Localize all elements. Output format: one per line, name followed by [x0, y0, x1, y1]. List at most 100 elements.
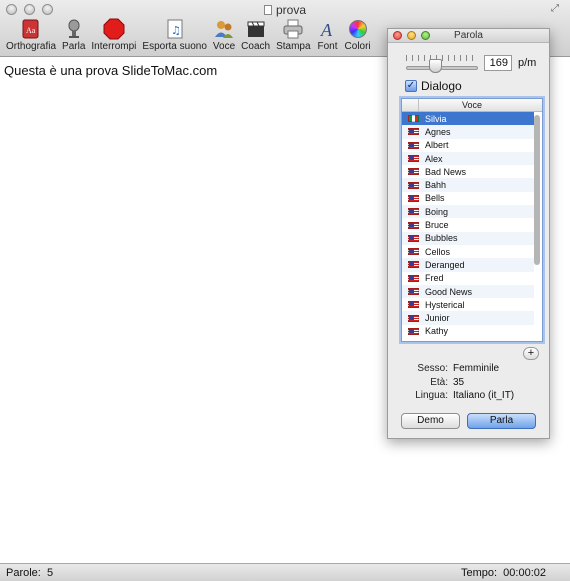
- parla-button[interactable]: Parla: [467, 413, 536, 429]
- usa-flag-icon: [408, 274, 419, 282]
- document-text[interactable]: Questa è una prova SlideToMac.com: [4, 63, 217, 78]
- add-voice-button[interactable]: +: [523, 347, 539, 360]
- voice-name: Good News: [425, 286, 473, 297]
- voice-name: Agnes: [425, 126, 451, 137]
- usa-flag-icon: [408, 181, 419, 189]
- usa-flag-icon: [408, 288, 419, 295]
- speed-input[interactable]: 169: [484, 55, 512, 71]
- voice-column-header: Voce: [461, 100, 483, 110]
- svg-text:A: A: [320, 20, 333, 39]
- demo-button[interactable]: Demo: [401, 413, 460, 429]
- voice-row[interactable]: Bells: [402, 192, 534, 205]
- toolbar-voce-button[interactable]: Voce: [213, 18, 235, 52]
- speed-slider[interactable]: [406, 66, 478, 70]
- toolbar-font-button[interactable]: A Font: [317, 18, 339, 52]
- voice-row[interactable]: Bahh: [402, 178, 534, 192]
- word-count: Parole: 5: [6, 567, 53, 579]
- voice-list[interactable]: Voce Silvia Agnes Albert Alex Bad News Bahh Be…: [401, 98, 543, 342]
- voice-row[interactable]: Silvia: [402, 112, 534, 126]
- voice-row[interactable]: Junior: [402, 311, 534, 325]
- voice-name: Bad News: [425, 166, 467, 177]
- elapsed-time-label: Tempo:: [460, 567, 498, 579]
- voice-row[interactable]: Fred: [402, 272, 534, 285]
- voice-rows: Silvia Agnes Albert Alex Bad News Bahh Bells Bo…: [402, 112, 534, 338]
- voice-info-row: Età: 35: [388, 376, 551, 390]
- voice-name: Silvia: [425, 113, 447, 124]
- elapsed-time: Tempo: 00:00:02: [461, 567, 546, 579]
- usa-flag-icon: [408, 194, 419, 202]
- toolbar-colori-button[interactable]: Colori: [345, 18, 371, 52]
- usa-flag-icon: [408, 327, 419, 335]
- people-icon: [213, 18, 235, 40]
- voice-row[interactable]: Agnes: [402, 125, 534, 139]
- voice-row[interactable]: Bruce: [402, 218, 534, 231]
- voice-row[interactable]: Kathy: [402, 325, 534, 338]
- voice-info-key: Età:: [430, 376, 448, 388]
- voice-name: Boing: [425, 206, 449, 217]
- panel-close-button[interactable]: [393, 31, 402, 40]
- dictionary-icon: Aa: [20, 18, 42, 40]
- usa-flag-icon: [408, 128, 419, 136]
- voice-name: Bubbles: [425, 233, 458, 244]
- usa-flag-icon: [408, 314, 419, 322]
- usa-flag-icon: [408, 261, 419, 269]
- document-icon: [263, 5, 272, 15]
- voice-row[interactable]: Bad News: [402, 165, 534, 178]
- voice-row[interactable]: Bubbles: [402, 231, 534, 245]
- speed-control: 169 p/m: [402, 53, 542, 73]
- column-separator: [418, 99, 419, 111]
- usa-flag-icon: [408, 168, 419, 176]
- voice-row[interactable]: Hysterical: [402, 298, 534, 311]
- usa-flag-icon: [408, 155, 419, 163]
- status-bar: Parole: 5 Tempo: 00:00:02: [0, 563, 570, 581]
- panel-minimize-button[interactable]: [407, 31, 416, 40]
- panel-zoom-button[interactable]: [421, 31, 430, 40]
- voice-row[interactable]: Cellos: [402, 245, 534, 258]
- svg-text:♫: ♫: [171, 24, 181, 37]
- voice-list-header[interactable]: Voce: [402, 99, 542, 112]
- clapperboard-icon: [245, 18, 267, 40]
- toolbar-orthografia-button[interactable]: Aa Orthografia: [6, 18, 56, 52]
- toolbar-parla-button[interactable]: Parla: [62, 18, 85, 52]
- microphone-icon: [63, 18, 85, 40]
- font-icon: A: [317, 18, 339, 40]
- elapsed-time-value: 00:00:02: [503, 567, 546, 579]
- voice-info-key: Lingua:: [415, 390, 448, 402]
- voice-info-row: Lingua: Italiano (it_IT): [388, 389, 551, 403]
- voice-name: Bells: [425, 193, 445, 204]
- voice-row[interactable]: Good News: [402, 284, 534, 299]
- voice-name: Alex: [425, 153, 443, 164]
- voice-info-value: Femminile: [453, 363, 500, 375]
- toolbar: Aa Orthografia Parla Interrompi ♫ Esport…: [0, 18, 377, 56]
- toolbar-interrompi-button[interactable]: Interrompi: [91, 18, 136, 52]
- word-count-label: Parole:: [6, 567, 41, 579]
- usa-flag-icon: [408, 141, 419, 149]
- svg-text:Aa: Aa: [26, 26, 36, 35]
- dialog-option[interactable]: ✓ Dialogo: [405, 79, 462, 93]
- voice-row[interactable]: Albert: [402, 139, 534, 152]
- toolbar-esporta-suono-button[interactable]: ♫ Esporta suono: [142, 18, 207, 52]
- window-title: prova: [0, 3, 570, 17]
- music-file-icon: ♫: [164, 18, 186, 40]
- voice-row[interactable]: Boing: [402, 205, 534, 219]
- speed-slider-ticks: [406, 55, 478, 61]
- voice-list-scrollbar[interactable]: [534, 115, 540, 265]
- stop-sign-icon: [103, 18, 125, 40]
- voice-info-row: Sesso: Femminile: [388, 362, 551, 376]
- speed-slider-thumb[interactable]: [428, 59, 442, 73]
- voice-name: Bruce: [425, 220, 449, 231]
- toolbar-stampa-button[interactable]: Stampa: [276, 18, 311, 52]
- parola-panel: Parola 169 p/m ✓ Dialogo Voce Silvia Agne…: [387, 28, 550, 439]
- voice-info-key: Sesso:: [417, 363, 448, 375]
- dialog-label: Dialogo: [421, 79, 462, 93]
- voice-row[interactable]: Alex: [402, 151, 534, 166]
- usa-flag-icon: [408, 221, 419, 229]
- dialog-checkbox[interactable]: ✓: [405, 80, 417, 92]
- printer-icon: [282, 18, 304, 40]
- voice-row[interactable]: Deranged: [402, 258, 534, 272]
- usa-flag-icon: [408, 208, 419, 216]
- panel-titlebar[interactable]: Parola: [388, 29, 549, 43]
- usa-flag-icon: [408, 248, 419, 256]
- fullscreen-icon[interactable]: ⤢: [551, 3, 562, 14]
- toolbar-coach-button[interactable]: Coach: [241, 18, 270, 52]
